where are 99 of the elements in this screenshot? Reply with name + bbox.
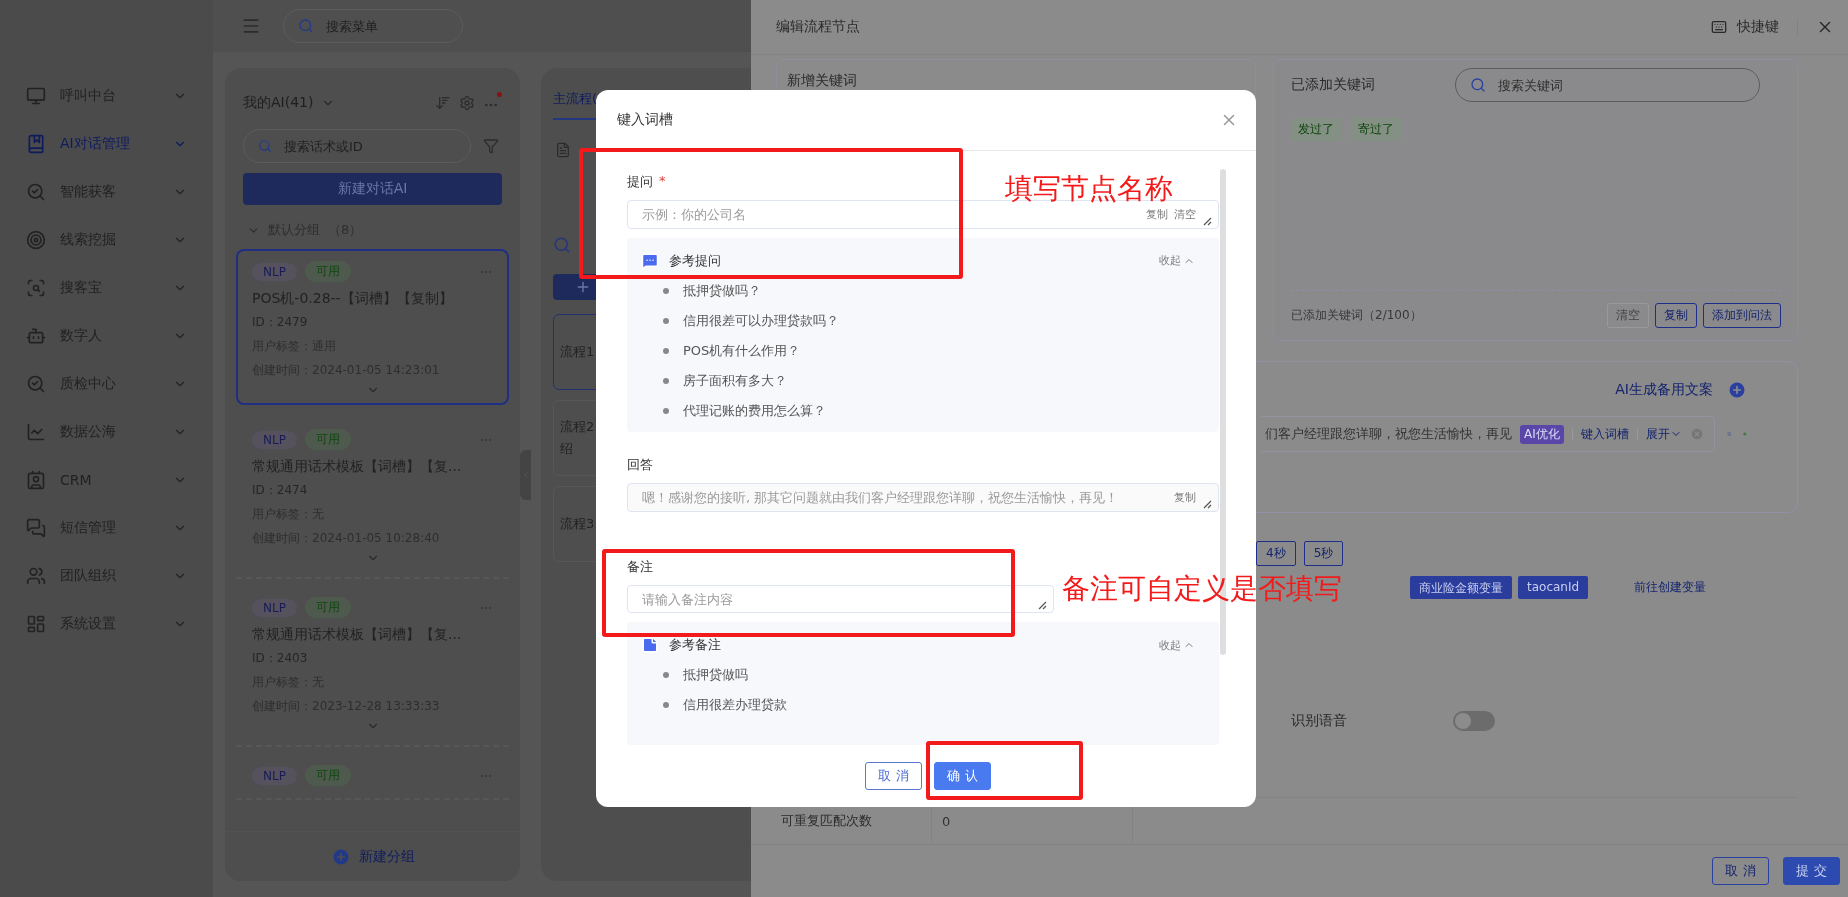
collapse-link[interactable]: 收起	[1159, 253, 1195, 269]
bullet-icon	[663, 347, 669, 354]
dashboard-icon	[26, 614, 46, 634]
submit-button[interactable]: 提 交	[1783, 857, 1840, 885]
tag: NLP	[252, 262, 297, 281]
chat-bubble-icon	[641, 251, 659, 270]
voice-label: 识别语音	[1291, 712, 1347, 730]
keyword-button[interactable]: 复制	[1655, 303, 1697, 328]
field-action[interactable]: 复制	[1146, 206, 1168, 222]
bullet-icon	[663, 702, 669, 709]
contact-card-icon	[26, 470, 46, 490]
note-input[interactable]: 请输入备注内容	[640, 590, 1031, 608]
search-check-icon	[26, 374, 46, 394]
bullet-icon	[663, 317, 669, 324]
reference-item[interactable]: 信用很差可以办理贷款吗？	[683, 311, 839, 330]
keyboard-icon[interactable]	[1711, 19, 1727, 35]
chat-bubbles-icon	[26, 518, 46, 538]
search-icon	[298, 18, 314, 34]
field-label: 备注	[627, 557, 653, 576]
sort-icon[interactable]	[435, 94, 451, 111]
search-icon[interactable]	[553, 236, 571, 254]
resize-handle-icon[interactable]	[1037, 600, 1047, 611]
tag: 可用	[304, 429, 351, 450]
plus-icon	[330, 846, 351, 867]
confirm-button[interactable]: 确 认	[934, 762, 991, 790]
reference-item[interactable]: 信用很差办理贷款	[683, 696, 787, 715]
section-title: 新增关键词	[787, 72, 857, 88]
answer-text-field[interactable]: 们客户经理跟您详聊，祝您生活愉快，再见 AI优化 键入词槽 展开	[1261, 416, 1715, 452]
insert-slot-link[interactable]: 键入词槽	[1580, 425, 1629, 443]
new-ai-button[interactable]: 新建对话AI	[243, 173, 502, 205]
shortcut-link[interactable]: 快捷键	[1737, 18, 1779, 36]
question-input[interactable]: 示例：你的公司名	[640, 205, 1140, 223]
repeat-label: 可重复匹配次数	[780, 812, 873, 830]
resize-handle-icon[interactable]	[1202, 215, 1212, 226]
document-icon[interactable]	[555, 142, 571, 158]
resize-handle-icon[interactable]	[1202, 498, 1212, 509]
ai-optimize-button[interactable]: AI优化	[1520, 424, 1564, 444]
field-label: 回答	[627, 456, 653, 475]
cancel-button[interactable]: 取 消	[1712, 857, 1769, 885]
required-mark: *	[659, 173, 666, 190]
variable-tag[interactable]: 商业险金额变量	[1410, 576, 1512, 599]
settings-icon[interactable]	[459, 94, 475, 111]
filter-icon[interactable]	[483, 138, 499, 154]
bullet-icon	[663, 672, 669, 679]
reference-item[interactable]: POS机有什么作用？	[683, 341, 801, 360]
ai-generate-link[interactable]: AI生成备用文案	[1615, 381, 1713, 399]
menu-icon[interactable]	[241, 16, 261, 36]
keyword-button[interactable]: 添加到问法	[1703, 303, 1781, 328]
tag: NLP	[252, 430, 297, 449]
target-icon	[26, 230, 46, 250]
search-icon	[1470, 77, 1486, 93]
section-title: 已添加关键词	[1291, 76, 1375, 94]
tag: 可用	[304, 765, 351, 786]
answer-field[interactable]: 嗯！感谢您的接听, 那其它问题就由我们客户经理跟您详聊，祝您生活愉快，再见！ 复制	[627, 483, 1219, 512]
keyword-tag: 寄过了	[1351, 118, 1401, 141]
reference-item[interactable]: 抵押贷做吗	[683, 666, 748, 685]
keyword-button[interactable]: 清空	[1607, 303, 1649, 328]
reference-title: 参考备注	[669, 636, 722, 655]
scan-search-icon	[26, 278, 46, 298]
tag: NLP	[252, 598, 297, 617]
tag: 可用	[304, 261, 351, 282]
search-check-icon	[26, 182, 46, 202]
bullet-icon	[663, 407, 669, 414]
expand-link[interactable]: 展开	[1645, 425, 1682, 443]
field-action[interactable]: 清空	[1174, 206, 1196, 222]
tag: 可用	[304, 597, 351, 618]
search-icon	[258, 139, 272, 153]
answer-text: 们客户经理跟您详聊，祝您生活愉快，再见	[1265, 425, 1512, 443]
bot-icon	[26, 326, 46, 346]
field-action[interactable]: 复制	[1174, 490, 1196, 505]
users-icon	[26, 566, 46, 586]
variable-tag[interactable]: taocanId	[1518, 576, 1589, 599]
cancel-button[interactable]: 取 消	[865, 762, 922, 790]
bullet-icon	[663, 377, 669, 384]
reference-item[interactable]: 抵押贷做吗？	[683, 281, 761, 300]
reference-item[interactable]: 房子面积有多大？	[683, 371, 787, 390]
bullet-icon	[663, 287, 669, 294]
monitor-icon	[26, 86, 46, 106]
chart-icon	[26, 422, 46, 442]
modal-title: 键入词槽	[617, 111, 673, 129]
field-label: 提问	[627, 173, 653, 191]
wait-time-button[interactable]: 5秒	[1303, 541, 1344, 566]
add-icon[interactable]	[1727, 380, 1747, 400]
plus-icon	[575, 279, 591, 295]
create-variable-link[interactable]: 前往创建变量	[1634, 579, 1707, 596]
book-icon	[26, 134, 46, 154]
tag: NLP	[252, 766, 297, 785]
keyword-tag: 发过了	[1291, 118, 1341, 141]
keyword-count: 已添加关键词（2/100）	[1291, 307, 1423, 324]
reference-item[interactable]: 代理记账的费用怎么算？	[683, 401, 826, 420]
reference-title: 参考提问	[669, 251, 722, 270]
answer-input[interactable]: 嗯！感谢您的接听, 那其它问题就由我们客户经理跟您详聊，祝您生活愉快，再见！	[640, 489, 1168, 506]
drawer-title: 编辑流程节点	[776, 18, 861, 36]
note-field[interactable]: 请输入备注内容	[627, 584, 1054, 614]
annotation-text: 备注可自定义是否填写	[1062, 571, 1342, 607]
voice-toggle[interactable]	[1453, 711, 1495, 731]
search-input[interactable]: 搜索关键词	[1496, 76, 1745, 94]
note-icon	[641, 636, 659, 655]
collapse-link[interactable]: 收起	[1159, 637, 1195, 653]
